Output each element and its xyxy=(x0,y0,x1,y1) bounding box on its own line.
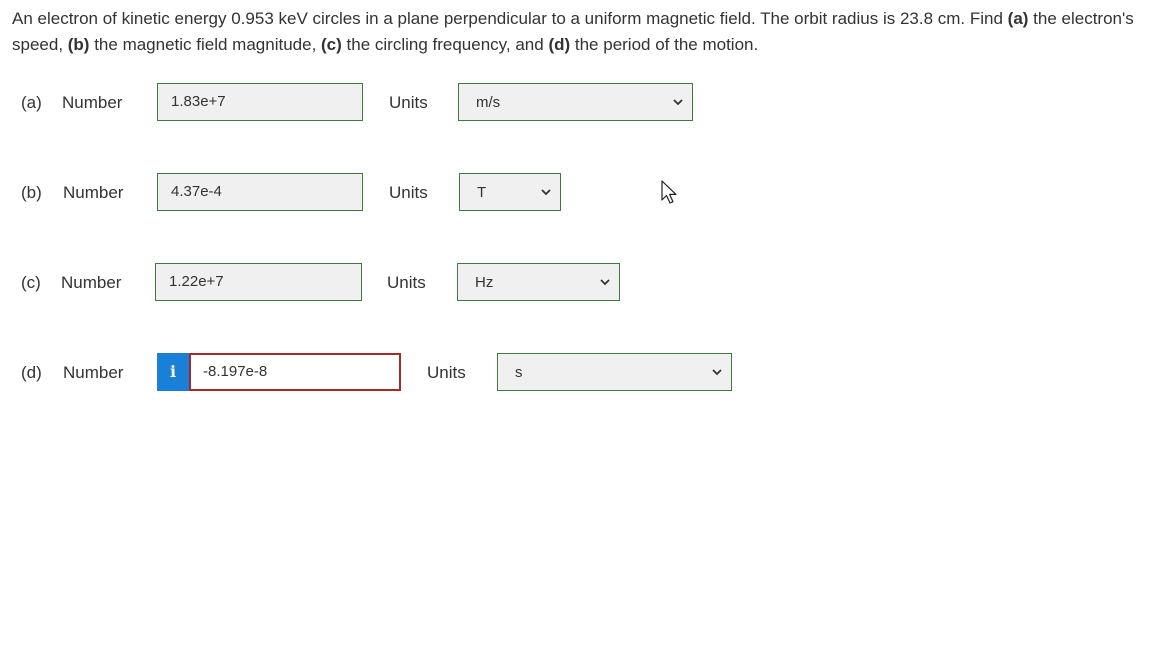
units-label-b: Units xyxy=(389,183,428,202)
number-input-b[interactable]: 4.37e-4 xyxy=(157,173,363,211)
question-intro: An electron of kinetic energy 0.953 keV … xyxy=(12,9,1008,28)
question-page: An electron of kinetic energy 0.953 keV … xyxy=(0,0,1152,648)
number-input-c[interactable]: 1.22e+7 xyxy=(155,263,362,301)
question-text: An electron of kinetic energy 0.953 keV … xyxy=(12,6,1142,58)
units-label-c: Units xyxy=(387,273,426,292)
number-label-d: Number xyxy=(63,363,124,382)
question-marker-a: (a) xyxy=(1007,9,1029,28)
question-text-b: the magnetic field magnitude, xyxy=(89,35,322,54)
units-select-b[interactable]: T xyxy=(459,173,561,211)
number-input-a[interactable]: 1.83e+7 xyxy=(157,83,363,121)
number-label-c: Number xyxy=(61,273,122,292)
units-label-d: Units xyxy=(427,363,466,382)
units-label-a: Units xyxy=(389,93,428,112)
units-select-c[interactable]: Hz xyxy=(457,263,620,301)
units-select-a[interactable]: m/s xyxy=(458,83,693,121)
part-label-d: (d) xyxy=(21,363,42,382)
part-label-a: (a) xyxy=(21,93,42,112)
chevron-down-icon xyxy=(673,99,683,106)
units-select-value-d: s xyxy=(515,364,523,381)
number-label-a: Number xyxy=(62,93,123,112)
chevron-down-icon xyxy=(712,369,722,376)
part-label-c: (c) xyxy=(21,273,41,292)
units-select-value-b: T xyxy=(477,184,487,201)
chevron-down-icon xyxy=(541,189,551,196)
number-label-b: Number xyxy=(63,183,124,202)
number-input-d[interactable]: -8.197e-8 xyxy=(189,353,401,391)
part-label-b: (b) xyxy=(21,183,42,202)
units-select-value-c: Hz xyxy=(475,274,494,291)
chevron-down-icon xyxy=(600,279,610,286)
question-marker-b: (b) xyxy=(67,35,90,54)
mouse-pointer-icon xyxy=(661,180,677,204)
info-icon[interactable]: i xyxy=(157,353,189,391)
question-marker-c: (c) xyxy=(321,35,342,54)
question-text-d: the period of the motion. xyxy=(570,35,759,54)
question-text-c: the circling frequency, and xyxy=(341,35,549,54)
units-select-value-a: m/s xyxy=(476,94,501,111)
question-marker-d: (d) xyxy=(548,35,571,54)
units-select-d[interactable]: s xyxy=(497,353,732,391)
